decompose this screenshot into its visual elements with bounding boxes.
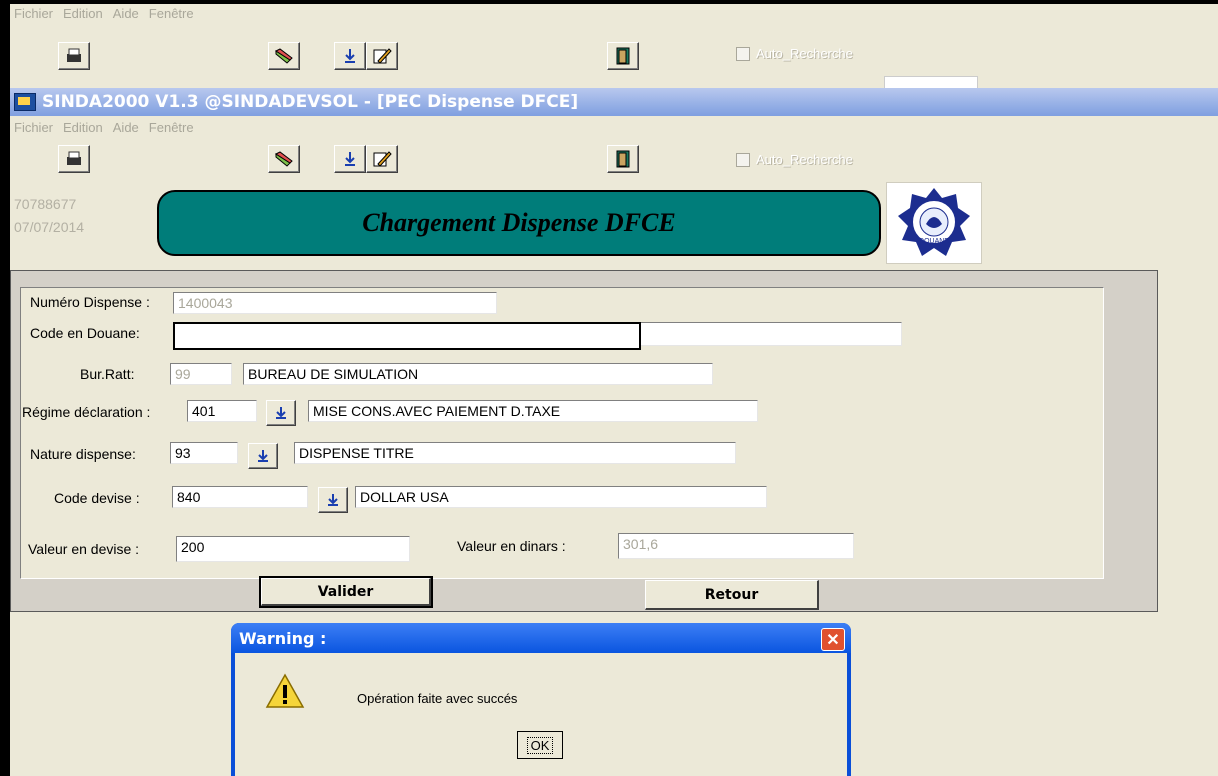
regime-lookup-button[interactable] — [266, 400, 296, 426]
auto-recherche-checkbox-bg[interactable]: Auto_Recherche — [736, 46, 853, 61]
numero-dispense-label: Numéro Dispense : — [30, 294, 150, 310]
warning-icon — [265, 673, 305, 708]
menu-aide[interactable]: Aide — [113, 6, 139, 21]
window-titlebar[interactable]: SINDA2000 V1.3 @SINDADEVSOL - [PEC Dispe… — [10, 88, 1218, 116]
valeur-dinars-field[interactable]: 301,6 — [618, 533, 854, 559]
window-title: SINDA2000 V1.3 @SINDADEVSOL - [PEC Dispe… — [42, 92, 579, 112]
dialog-message: Opération faite avec succés — [357, 691, 518, 706]
devise-code-field[interactable]: 840 — [172, 486, 308, 508]
nature-code-field[interactable]: 93 — [170, 442, 238, 464]
arrow-down-icon — [258, 450, 268, 462]
valeur-devise-field[interactable]: 200 — [176, 536, 410, 562]
page-title-banner: Chargement Dispense DFCE — [157, 190, 881, 256]
menu-fenetre[interactable]: Fenêtre — [149, 6, 194, 21]
code-douane-extra-field[interactable] — [640, 322, 902, 346]
dialog-title: Warning : — [239, 628, 327, 648]
exit-button[interactable] — [607, 145, 639, 173]
code-douane-label: Code en Douane: — [30, 325, 140, 341]
download-button[interactable] — [334, 145, 366, 173]
menubar: Fichier Edition Aide Fenêtre — [10, 118, 1218, 136]
printer-icon — [67, 48, 81, 62]
nature-lookup-button[interactable] — [248, 443, 278, 469]
background-window: Fichier Edition Aide Fenêtre — [10, 4, 1218, 22]
background-menubar: Fichier Edition Aide Fenêtre — [10, 4, 1218, 22]
regime-label: Régime déclaration : — [22, 404, 151, 420]
print-button-bg[interactable] — [58, 42, 90, 70]
eraser-button-bg[interactable] — [268, 42, 300, 70]
svg-text:DOUANE: DOUANE — [919, 238, 949, 245]
eraser-button[interactable] — [268, 145, 300, 173]
printer-icon — [67, 151, 81, 165]
devise-label: Code devise : — [54, 490, 140, 506]
customs-emblem-icon: DOUANE — [898, 188, 970, 256]
edit-button[interactable] — [366, 145, 398, 173]
auto-recherche-checkbox[interactable]: Auto_Recherche — [736, 152, 853, 167]
app-icon — [14, 93, 36, 111]
dialog-titlebar[interactable]: Warning : — [231, 623, 851, 653]
nature-label: Nature dispense: — [30, 446, 136, 462]
checkbox-box — [736, 152, 750, 167]
user-id: 70788677 — [14, 196, 77, 212]
page-title: Chargement Dispense DFCE — [362, 208, 676, 237]
bur-ratt-name-field[interactable]: BUREAU DE SIMULATION — [243, 363, 713, 385]
arrow-down-icon — [276, 407, 286, 419]
menu-aide[interactable]: Aide — [113, 120, 139, 135]
eraser-icon — [274, 151, 293, 167]
devise-lookup-button[interactable] — [318, 487, 348, 513]
retour-button[interactable]: Retour — [645, 580, 819, 610]
dialog-close-button[interactable]: ✕ — [821, 628, 845, 651]
valider-button[interactable]: Valider — [259, 576, 433, 608]
ok-button[interactable]: OK — [517, 731, 563, 759]
arrow-down-icon — [345, 49, 355, 63]
nature-name-field[interactable]: DISPENSE TITRE — [294, 442, 736, 464]
dialog-body: Opération faite avec succés OK — [235, 653, 847, 776]
arrow-down-icon — [345, 152, 355, 166]
door-exit-icon — [616, 47, 630, 65]
bur-ratt-code-field[interactable]: 99 — [170, 363, 232, 385]
numero-dispense-field[interactable]: 1400043 — [173, 292, 497, 314]
current-date: 07/07/2014 — [14, 219, 85, 235]
edit-button-bg[interactable] — [366, 42, 398, 70]
code-douane-field[interactable] — [173, 322, 641, 350]
menu-edition[interactable]: Edition — [63, 6, 103, 21]
valeur-dinars-label: Valeur en dinars : — [457, 538, 566, 554]
exit-button-bg[interactable] — [607, 42, 639, 70]
devise-name-field[interactable]: DOLLAR USA — [355, 486, 767, 508]
pencil-icon — [373, 151, 392, 167]
pencil-icon — [373, 48, 392, 64]
menu-fenetre[interactable]: Fenêtre — [149, 120, 194, 135]
arrow-down-icon — [328, 494, 338, 506]
download-button-bg[interactable] — [334, 42, 366, 70]
warning-dialog: Warning : ✕ Opération faite avec succés … — [231, 623, 851, 776]
regime-code-field[interactable]: 401 — [187, 400, 257, 422]
checkbox-box — [736, 46, 750, 61]
bur-ratt-label: Bur.Ratt: — [80, 366, 135, 382]
eraser-icon — [274, 48, 293, 64]
regime-name-field[interactable]: MISE CONS.AVEC PAIEMENT D.TAXE — [308, 400, 758, 422]
close-icon: ✕ — [826, 631, 840, 649]
valeur-devise-label: Valeur en devise : — [28, 541, 140, 557]
screen-frame-left — [0, 0, 10, 776]
door-exit-icon — [616, 150, 630, 168]
douane-logo: DOUANE — [886, 182, 982, 264]
menu-edition[interactable]: Edition — [63, 120, 103, 135]
print-button[interactable] — [58, 145, 90, 173]
menu-fichier[interactable]: Fichier — [14, 120, 53, 135]
menu-fichier[interactable]: Fichier — [14, 6, 53, 21]
